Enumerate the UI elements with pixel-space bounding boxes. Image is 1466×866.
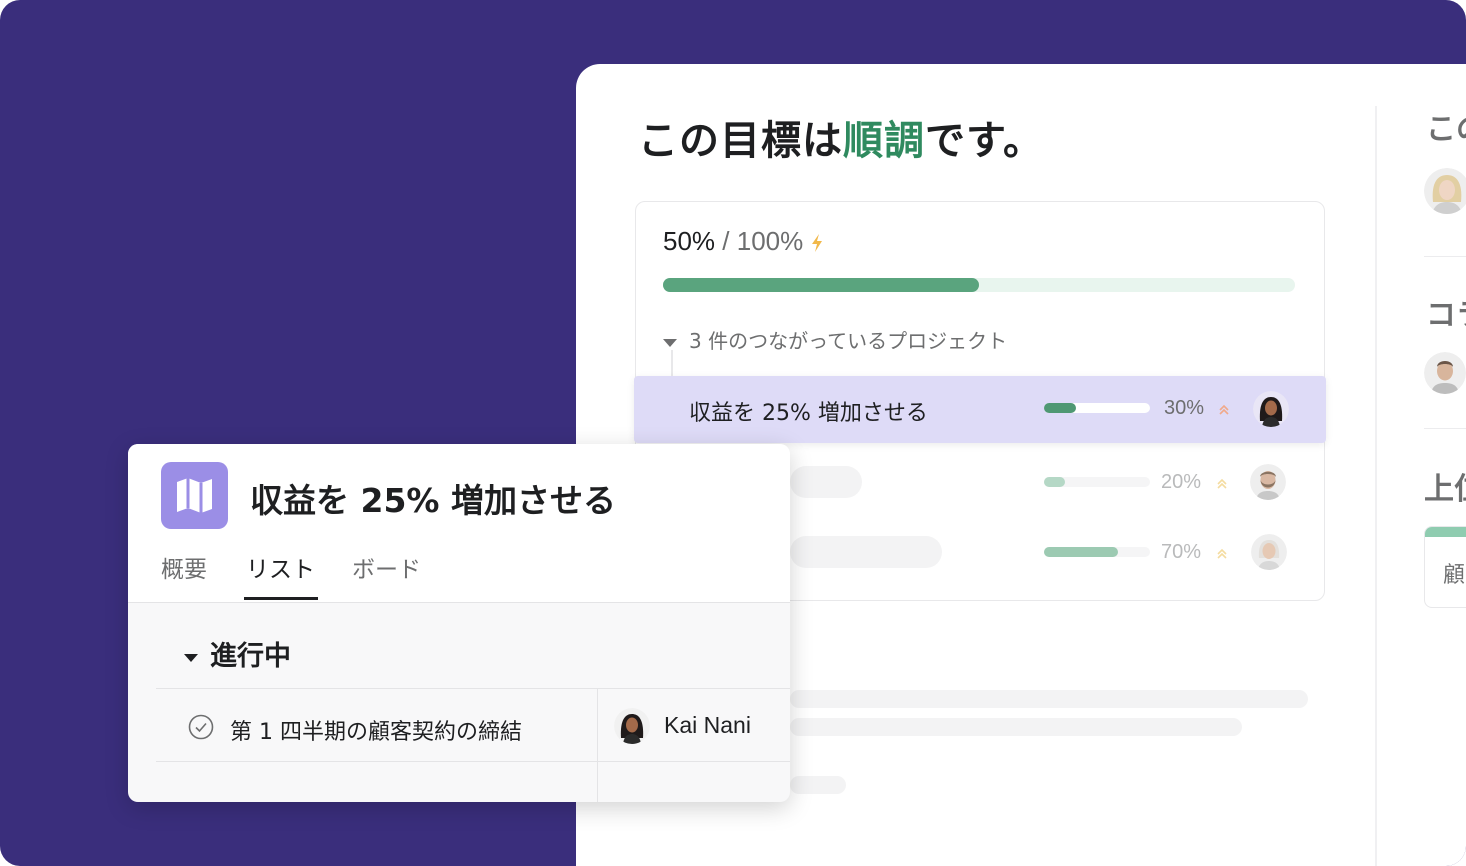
right-panel-separator: [1424, 428, 1466, 429]
project-progress-bar: [1044, 547, 1150, 557]
check-circle-icon[interactable]: [188, 714, 214, 740]
chevron-up-icon: [1217, 548, 1227, 559]
project-percent: 70%: [1161, 541, 1202, 563]
project-progress-fill: [1044, 403, 1076, 413]
task-name[interactable]: 第 1 四半期の顧客契約の締結: [230, 714, 522, 746]
blurred-project-name: [790, 536, 942, 568]
project-progress-fill: [1044, 477, 1066, 487]
assignee-name[interactable]: Kai Nani: [664, 712, 751, 739]
goal-status-title: この目標は順調です。: [638, 118, 1044, 164]
right-panel-heading: この: [1426, 112, 1466, 147]
man-avatar[interactable]: [1424, 352, 1466, 394]
target-percent: / 100%: [722, 226, 804, 256]
goal-progress-fill: [663, 278, 979, 292]
woman-dark-hair-avatar[interactable]: [1253, 391, 1289, 427]
project-percent: 30%: [1164, 397, 1205, 419]
project-header: 収益を 25% 増加させる 概要 リスト ボード: [128, 444, 790, 603]
placeholder-line: [790, 690, 1308, 708]
project-card: 収益を 25% 増加させる 概要 リスト ボード 進行中 第 1 四半期の顧客契…: [128, 444, 790, 802]
project-percent: 20%: [1161, 471, 1202, 493]
assignee-avatar[interactable]: [614, 708, 650, 744]
goal-progress-text: 50% / 100%: [663, 226, 825, 257]
tab-overview[interactable]: 概要: [161, 550, 207, 584]
tab-board[interactable]: ボード: [352, 550, 421, 584]
caret-down-icon: [184, 653, 198, 662]
right-panel-heading: 上位: [1424, 472, 1466, 507]
caret-down-icon: [663, 338, 677, 347]
bearded-man-avatar[interactable]: [1250, 464, 1286, 500]
project-progress-bar: [1044, 477, 1150, 487]
panel-divider: [1375, 106, 1377, 866]
row-divider: [156, 688, 790, 689]
project-title: 収益を 25% 増加させる: [250, 481, 616, 520]
placeholder-line: [790, 776, 846, 794]
chevron-up-icon: [1217, 478, 1227, 489]
chevron-up-icon: [1219, 404, 1229, 415]
current-percent: 50%: [663, 226, 716, 256]
row-divider: [156, 761, 790, 762]
parent-goal-progress: [1425, 527, 1466, 537]
active-tab-indicator: [244, 597, 318, 600]
placeholder-line: [790, 718, 1242, 736]
app-canvas: この目標は順調です。 50% / 100% 3 件のつながっているプロジェクト …: [0, 0, 1466, 866]
project-icon: [161, 462, 228, 529]
parent-goal-card[interactable]: 顧: [1424, 526, 1466, 608]
project-progress-bar: [1044, 403, 1150, 413]
right-panel-separator: [1424, 256, 1466, 257]
right-panel-heading: コラ: [1426, 298, 1466, 333]
map-icon: [177, 478, 212, 513]
project-progress-fill: [1044, 547, 1119, 557]
older-woman-avatar[interactable]: [1251, 534, 1287, 570]
section-toggle[interactable]: 進行中: [184, 634, 291, 673]
blurred-project-name: [790, 466, 862, 498]
blonde-woman-avatar[interactable]: [1424, 168, 1466, 214]
column-divider: [597, 689, 598, 802]
tab-list[interactable]: リスト: [246, 550, 315, 584]
parent-goal-title: 顧: [1443, 563, 1466, 588]
goal-status-word: 順調: [843, 118, 925, 164]
tree-connector: [671, 350, 673, 376]
goal-progress-bar: [663, 278, 1295, 292]
project-name[interactable]: 収益を 25% 増加させる: [689, 395, 928, 427]
connected-projects-toggle[interactable]: 3 件のつながっているプロジェクト: [663, 325, 1007, 354]
lightning-icon: [812, 234, 823, 253]
